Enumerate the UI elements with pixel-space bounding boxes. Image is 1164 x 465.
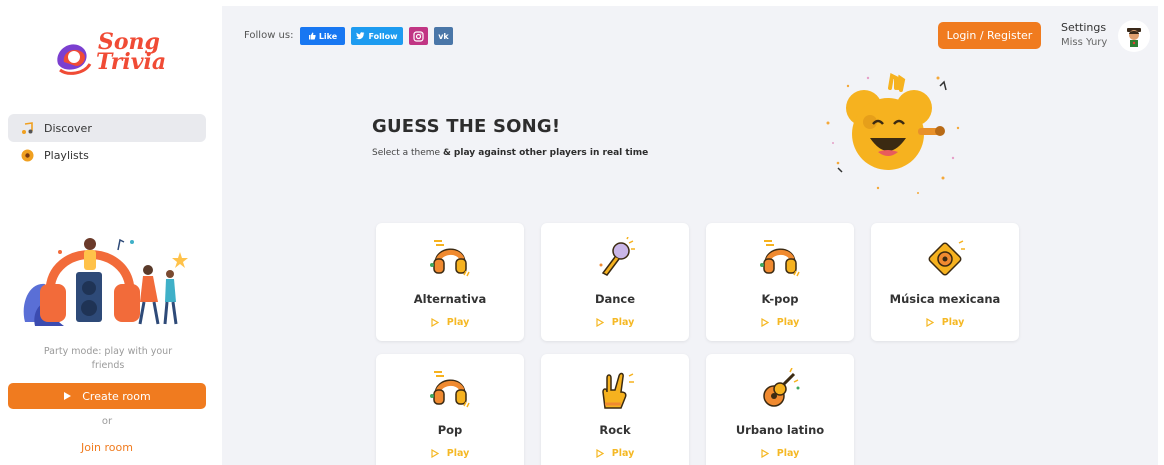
play-icon — [64, 392, 72, 400]
play-label: Play — [446, 317, 470, 328]
instagram-button[interactable] — [409, 27, 428, 45]
theme-title: Rock — [599, 423, 631, 437]
hero-emoji-illustration — [826, 73, 960, 194]
theme-title: Dance — [594, 292, 636, 306]
play-label: Play — [611, 317, 635, 328]
play-button[interactable]: Play — [871, 317, 1019, 328]
play-button[interactable]: Play — [541, 448, 689, 459]
play-icon — [431, 449, 439, 458]
play-button[interactable]: Play — [541, 317, 689, 328]
guitar-icon — [763, 368, 800, 407]
theme-card-dance[interactable]: Dance Play — [541, 223, 689, 341]
play-label: Play — [941, 317, 965, 328]
follow-label: Follow us: — [244, 30, 294, 41]
party-text-line-1: Party mode: play with your — [43, 346, 173, 357]
play-icon — [761, 449, 769, 458]
party-text-line-2: friends — [91, 360, 125, 371]
app-root: Song Trivia Discover Playlists Party mod… — [0, 0, 1164, 465]
subtitle-bold: & play against other players in real tim… — [442, 148, 649, 158]
theme-title: Pop — [437, 423, 463, 437]
follow-label-button: Follow — [368, 31, 398, 41]
play-button[interactable]: Play — [376, 448, 524, 459]
play-label: Play — [446, 448, 470, 459]
headphones-icon — [430, 371, 470, 408]
theme-card-alternativa[interactable]: Alternativa Play — [376, 223, 524, 341]
login-register-button[interactable]: Login / Register — [938, 22, 1041, 49]
logo-icon — [57, 44, 92, 75]
play-icon — [596, 318, 604, 327]
theme-card-rock[interactable]: Rock Play — [541, 354, 689, 465]
twitter-bird-icon — [356, 32, 365, 40]
play-label: Play — [776, 448, 800, 459]
avatar-icon — [1127, 28, 1141, 47]
settings-link[interactable]: Settings — [1061, 21, 1106, 34]
page-subtitle: Select a theme & play against other play… — [372, 148, 648, 158]
theme-card-pop[interactable]: Pop Play — [376, 354, 524, 465]
sidebar-item-discover[interactable]: Discover — [8, 114, 206, 142]
play-button[interactable]: Play — [376, 317, 524, 328]
play-icon — [761, 318, 769, 327]
theme-title: Urbano latino — [735, 423, 825, 437]
vinyl-disc-icon — [20, 148, 34, 162]
main-panel: Follow us: Like Follow vk Login / Regist… — [222, 6, 1158, 465]
create-room-button[interactable]: Create room — [8, 383, 206, 409]
speaker-icon — [928, 240, 965, 276]
instagram-icon — [413, 30, 424, 42]
join-room-link[interactable]: Join room — [8, 441, 206, 454]
headphones-icon — [760, 240, 800, 277]
logo-line-2: Trivia — [96, 49, 167, 75]
play-button[interactable]: Play — [706, 448, 854, 459]
play-icon — [926, 318, 934, 327]
play-icon — [596, 449, 604, 458]
sidebar: Song Trivia Discover Playlists Party mod… — [0, 0, 222, 465]
rock-hand-icon — [602, 372, 634, 409]
twitter-follow-button[interactable]: Follow — [351, 27, 403, 45]
username-label: Miss Yury — [1061, 37, 1108, 48]
or-text: or — [101, 416, 113, 427]
theme-title: K-pop — [761, 292, 799, 306]
theme-title: Alternativa — [413, 292, 487, 306]
play-label: Play — [776, 317, 800, 328]
sidebar-item-label: Playlists — [44, 148, 89, 162]
logo-text: Song Trivia — [96, 31, 167, 75]
page-title: GUESS THE SONG! — [372, 116, 561, 137]
theme-card-urbano-latino[interactable]: Urbano latino Play — [706, 354, 854, 465]
like-label: Like — [318, 31, 338, 41]
logo[interactable]: Song Trivia — [50, 30, 168, 80]
party-mode-text: Party mode: play with your friends — [10, 345, 206, 373]
play-button[interactable]: Play — [706, 317, 854, 328]
theme-card-musica-mexicana[interactable]: Música mexicana Play — [871, 223, 1019, 341]
facebook-like-button[interactable]: Like — [300, 27, 345, 45]
microphone-icon — [599, 237, 635, 276]
headphones-icon — [430, 240, 470, 277]
theme-card-k-pop[interactable]: K-pop Play — [706, 223, 854, 341]
play-label: Play — [611, 448, 635, 459]
sidebar-item-playlists[interactable]: Playlists — [8, 141, 206, 169]
vk-icon: vk — [438, 31, 449, 41]
sidebar-item-label: Discover — [44, 121, 92, 135]
theme-title: Música mexicana — [889, 292, 1001, 306]
music-note-icon — [20, 121, 34, 135]
vk-button[interactable]: vk — [434, 27, 453, 45]
create-room-label: Create room — [82, 389, 151, 403]
party-illustration — [23, 238, 188, 326]
play-icon — [431, 318, 439, 327]
subtitle-plain: Select a theme — [372, 148, 443, 158]
avatar[interactable] — [1118, 20, 1150, 52]
thumbs-up-icon — [308, 32, 316, 40]
